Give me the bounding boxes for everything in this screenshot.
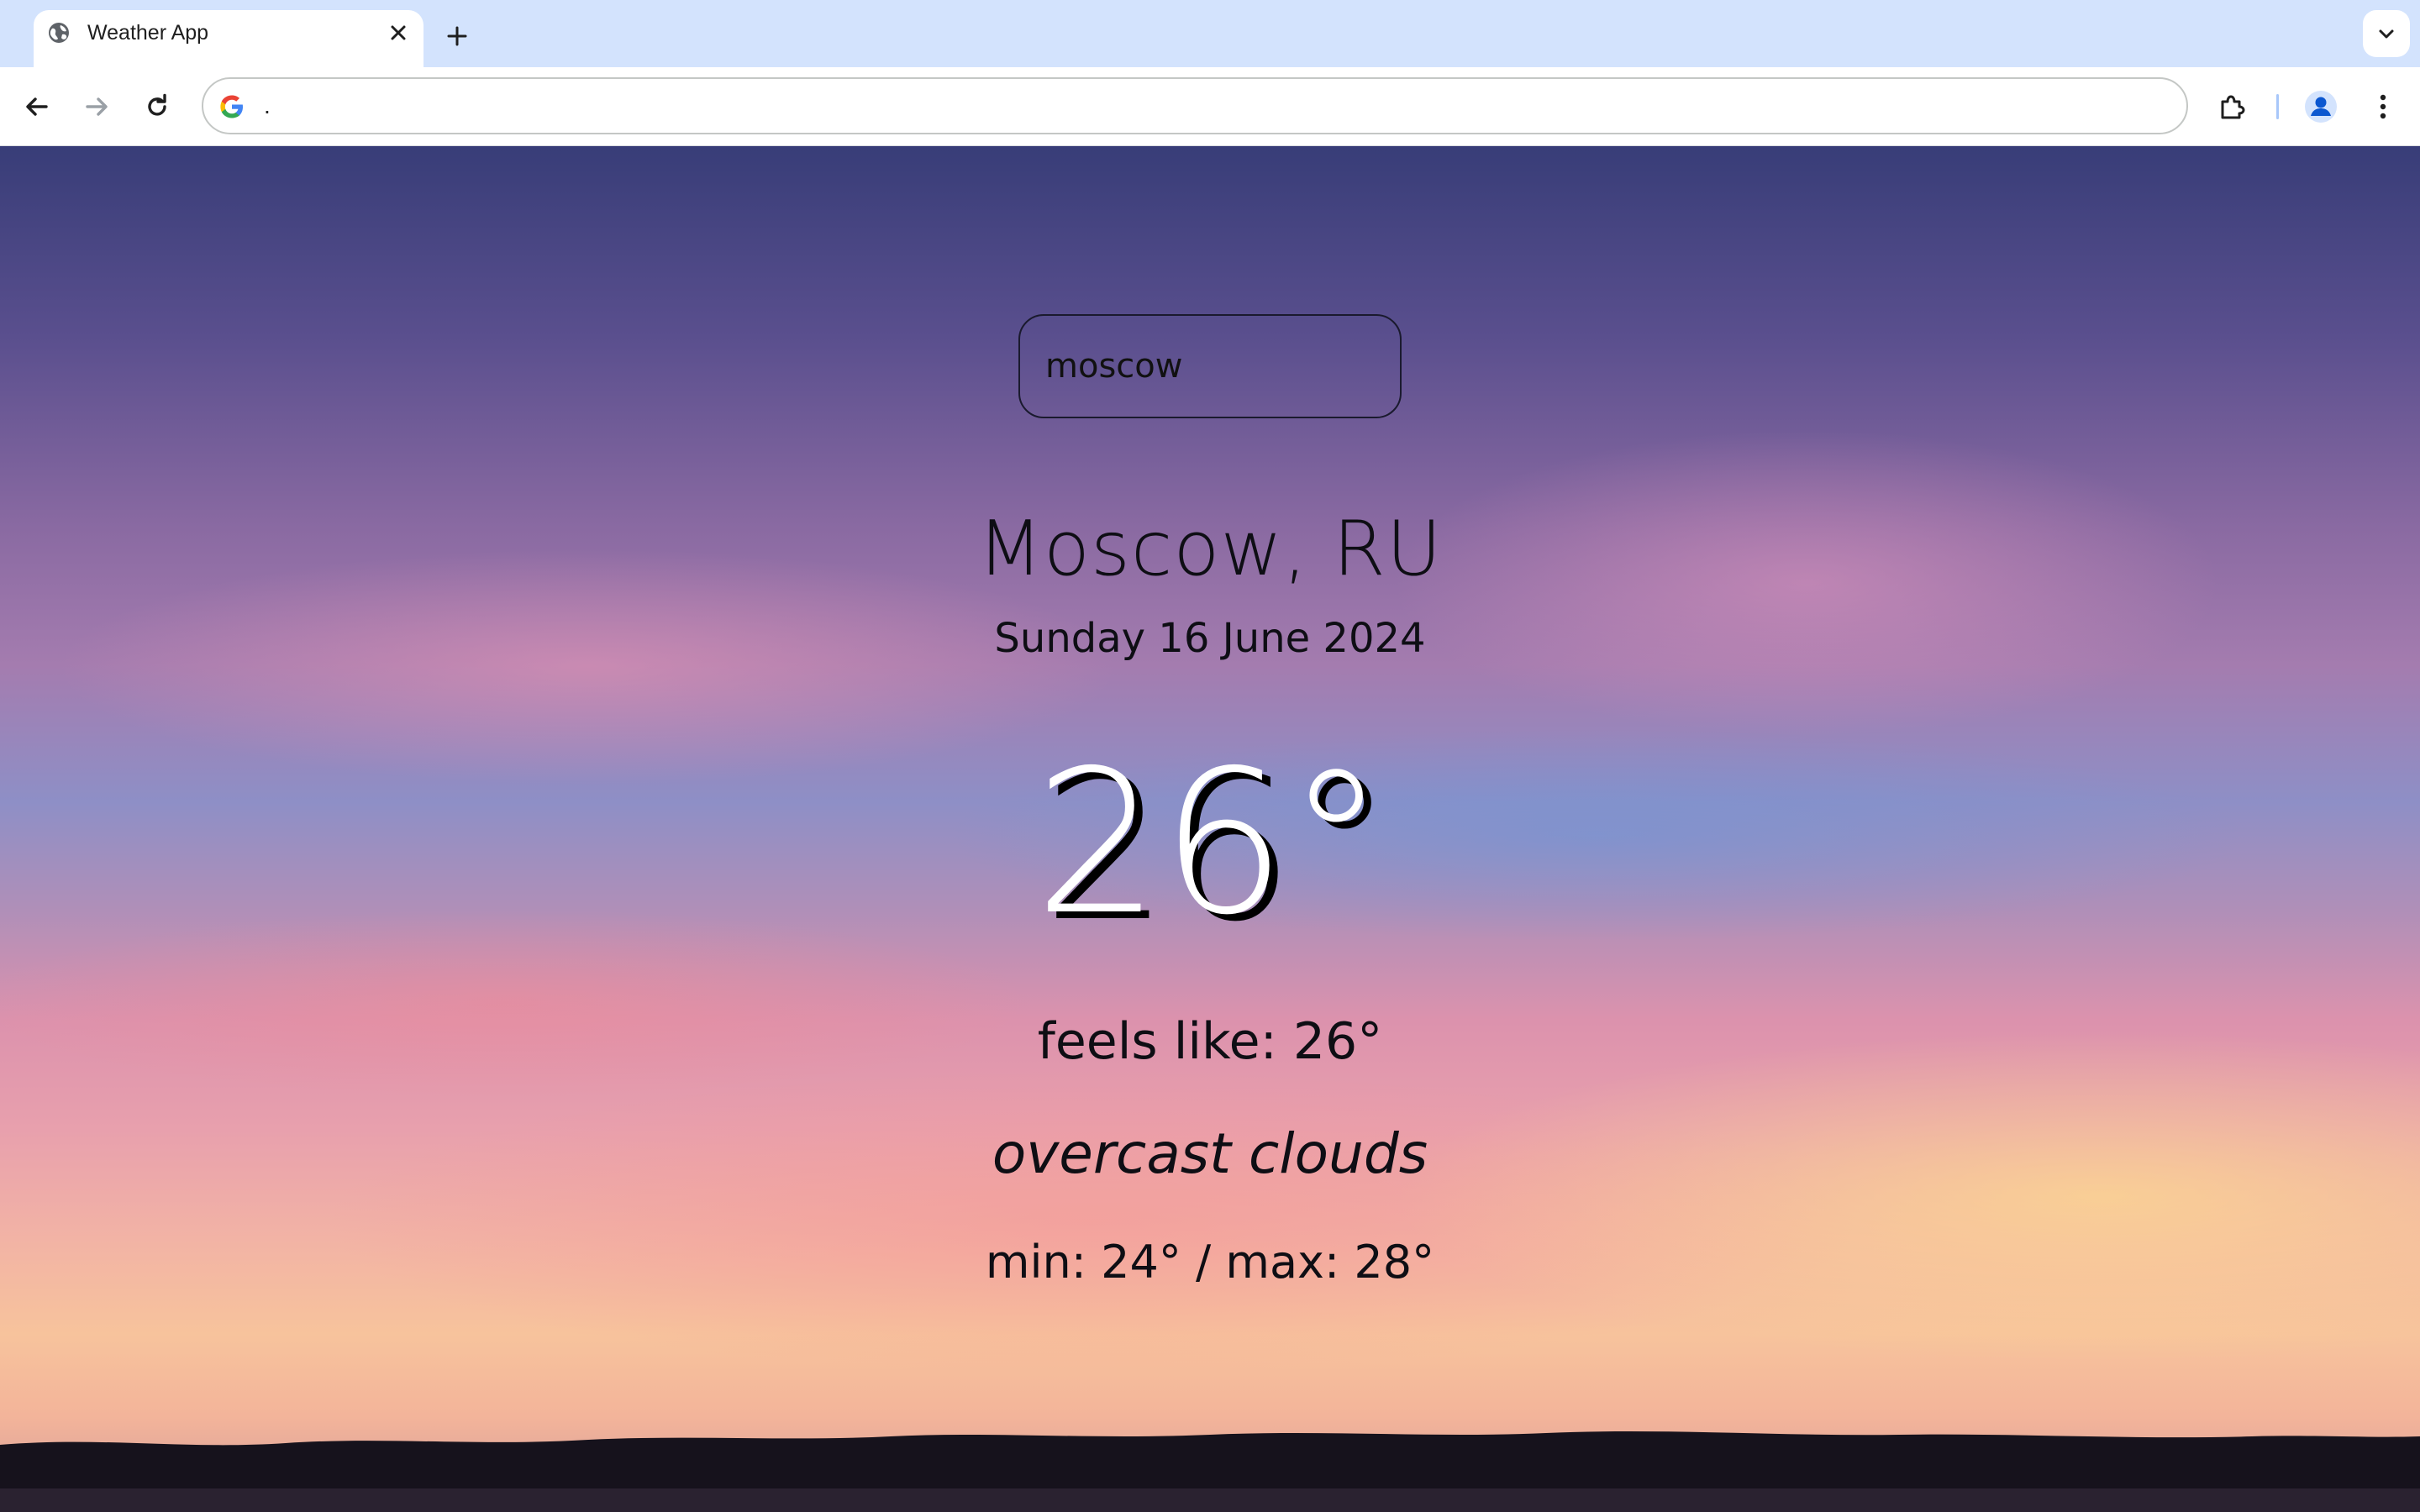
puzzle-icon[interactable] [2212, 87, 2252, 127]
browser-toolbar: . [0, 67, 2420, 146]
close-icon[interactable] [383, 18, 413, 48]
kebab-menu-icon[interactable] [2363, 87, 2403, 127]
city-name: Moscow, RU [977, 505, 1443, 593]
tab-strip: Weather App [0, 0, 2420, 67]
min-max-temperature: min: 24° / max: 28° [985, 1236, 1435, 1289]
chevron-down-icon[interactable] [2363, 10, 2410, 57]
horizon-silhouette [0, 1431, 2420, 1512]
reload-icon[interactable] [137, 87, 177, 127]
toolbar-divider [2276, 94, 2279, 119]
weather-description: overcast clouds [992, 1121, 1428, 1186]
arrow-right-icon[interactable] [76, 87, 117, 127]
google-g-icon [218, 93, 245, 120]
address-text: . [264, 92, 271, 118]
city-search-input[interactable] [1018, 314, 1402, 418]
plus-icon[interactable] [439, 18, 476, 55]
tab-weather-app[interactable]: Weather App [34, 10, 424, 67]
address-bar[interactable]: . [202, 77, 2188, 134]
feels-like: feels like: 26° [1037, 1012, 1383, 1071]
arrow-left-icon[interactable] [17, 87, 57, 127]
profile-avatar-icon[interactable] [2301, 87, 2341, 127]
current-date: Sunday 16 June 2024 [994, 615, 1426, 662]
temperature: 26° [1034, 727, 1386, 958]
globe-icon [47, 21, 71, 45]
tab-title: Weather App [87, 21, 209, 45]
weather-page: Moscow, RU Sunday 16 June 2024 26° feels… [0, 146, 2420, 1512]
